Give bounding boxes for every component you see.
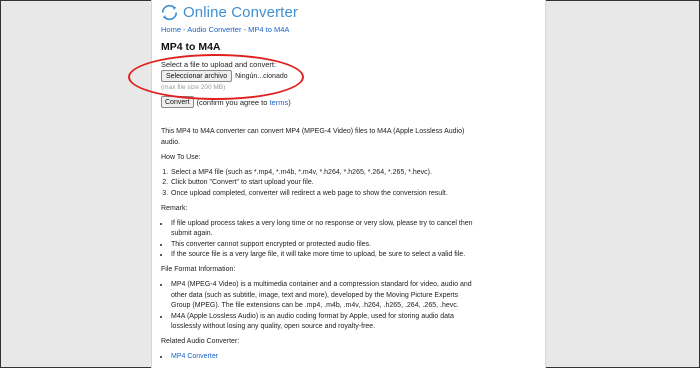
logo-text: Online Converter — [183, 4, 298, 21]
terms-link[interactable]: terms — [269, 98, 288, 107]
how-to-list: Select a MP4 file (such as *.mp4, *.m4b,… — [170, 168, 473, 200]
remark-heading: Remark: — [161, 204, 188, 212]
breadcrumb: Home - Audio Converter - MP4 to M4A — [161, 25, 289, 34]
converter-arrows-icon — [161, 4, 178, 21]
related-list: MP4 Converter — [170, 352, 473, 363]
breadcrumb-current[interactable]: MP4 to M4A — [248, 25, 289, 34]
page-title: MP4 to M4A — [161, 41, 221, 53]
related-heading: Related Audio Converter: — [161, 338, 240, 345]
how-to-step: Click button "Convert" to start upload y… — [170, 178, 473, 189]
how-to-heading: How To Use: — [161, 153, 201, 161]
related-item: MP4 Converter — [170, 352, 473, 363]
agree-suffix: ) — [288, 97, 291, 107]
description: This MP4 to M4A converter can convert MP… — [161, 128, 465, 146]
breadcrumb-audio-converter[interactable]: Audio Converter — [187, 25, 241, 34]
main-content: This MP4 to M4A converter can convert MP… — [161, 127, 473, 367]
format-info-heading: File Format Information: — [161, 266, 236, 273]
format-info-item: M4A (Apple Lossless Audio) is an audio c… — [170, 312, 473, 333]
how-to-step: Once upload completed, converter will re… — [170, 189, 473, 200]
site-logo[interactable]: Online Converter — [161, 4, 298, 21]
related-link-mp4-converter[interactable]: MP4 Converter — [171, 353, 218, 360]
remark-item: If file upload process takes a very long… — [170, 219, 473, 240]
remark-item: If the source file is a very large file,… — [170, 250, 473, 261]
format-info-list: MP4 (MPEG-4 Video) is a multimedia conta… — [170, 280, 473, 333]
format-info-item: MP4 (MPEG-4 Video) is a multimedia conta… — [170, 280, 473, 312]
breadcrumb-home[interactable]: Home — [161, 25, 181, 34]
red-highlight-ellipse — [128, 54, 304, 100]
remark-list: If file upload process takes a very long… — [170, 219, 473, 261]
remark-item: This converter cannot support encrypted … — [170, 240, 473, 251]
how-to-step: Select a MP4 file (such as *.mp4, *.m4b,… — [170, 168, 473, 179]
